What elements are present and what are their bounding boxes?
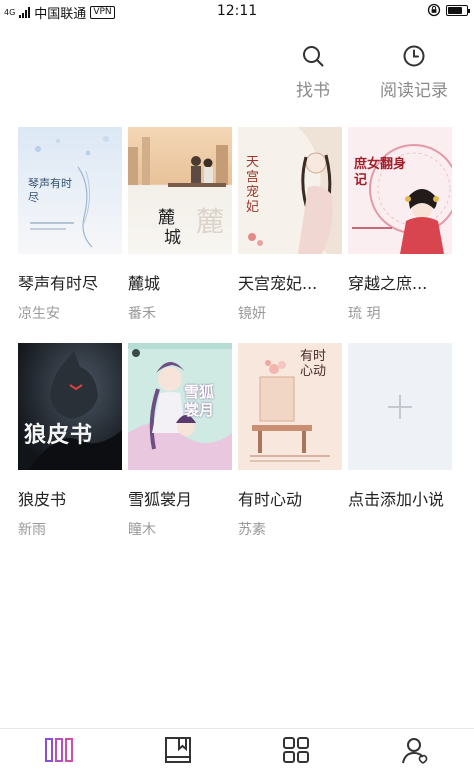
cover-title: 琴声有时尽	[28, 177, 72, 204]
book-title: 雪狐裳月	[128, 490, 193, 509]
book-cover: 狼皮书	[18, 343, 122, 470]
user-icon	[401, 737, 428, 764]
book-cover: 庶女翻身记	[348, 127, 452, 254]
book-item[interactable]: 有时心动 有时心动 苏素	[238, 343, 342, 539]
book-item[interactable]: 庶女翻身记 穿越之庶... 琉 玥	[348, 127, 452, 323]
book-author: 镜妍	[238, 306, 266, 322]
cover-title: 天宫宠妃	[246, 155, 260, 215]
svg-text:麓: 麓	[158, 208, 175, 228]
svg-text:城: 城	[164, 228, 181, 248]
book-item[interactable]: 麓 城 麓 麓城 番禾	[128, 127, 232, 323]
book-author: 番禾	[128, 306, 156, 322]
book-cover: 琴声有时尽	[18, 127, 122, 254]
book-author: 凉生安	[18, 306, 60, 322]
bookshelf-icon	[45, 737, 74, 762]
add-book-label: 点击添加小说	[348, 490, 445, 509]
status-bar: 4G 中国联通 VPN 12:11	[0, 0, 474, 22]
plus-icon	[388, 394, 412, 419]
book-item[interactable]: 琴声有时尽 琴声有时尽 凉生安	[18, 127, 122, 323]
book-author: 琉 玥	[348, 306, 381, 322]
find-books-button[interactable]: 找书	[296, 44, 330, 101]
book-title: 穿越之庶...	[348, 274, 428, 293]
bottom-nav	[0, 728, 474, 770]
book-cover: 雪狐裳月	[128, 343, 232, 470]
svg-text:麓: 麓	[196, 205, 224, 238]
book-cover: 天宫宠妃	[238, 127, 342, 254]
nav-discover[interactable]	[237, 729, 356, 770]
battery-fill	[448, 6, 463, 14]
grid-icon	[283, 736, 310, 763]
book-item[interactable]: 雪狐裳月 雪狐裳月 瞳木	[128, 343, 232, 539]
nav-profile[interactable]	[356, 729, 474, 770]
book-cover: 有时心动	[238, 343, 342, 470]
book-item[interactable]: 天宫宠妃 天宫宠妃... 镜妍	[238, 127, 342, 323]
add-book-cover	[348, 343, 452, 470]
book-title: 琴声有时尽	[18, 274, 99, 293]
status-right	[427, 3, 470, 17]
history-label: 阅读记录	[380, 81, 448, 101]
book-item[interactable]: 狼皮书 狼皮书 新雨	[18, 343, 122, 539]
find-books-label: 找书	[296, 81, 330, 101]
search-icon	[303, 46, 324, 67]
book-cover: 麓 城 麓	[128, 127, 232, 254]
cover-title: 庶女翻身记	[354, 157, 407, 188]
nav-reading[interactable]	[119, 729, 238, 770]
nav-bookshelf[interactable]	[0, 729, 119, 770]
cover-title: 有时心动	[300, 349, 327, 379]
book-title: 狼皮书	[18, 490, 67, 509]
cover-title: 雪狐裳月	[184, 383, 215, 419]
cover-title: 狼皮书	[24, 422, 94, 448]
clock-icon	[403, 45, 425, 67]
book-title: 天宫宠妃...	[238, 274, 318, 293]
book-author: 瞳木	[128, 522, 156, 538]
add-book-button[interactable]: 点击添加小说	[348, 343, 452, 510]
book-author: 苏素	[238, 522, 266, 538]
book-title: 麓城	[128, 274, 161, 293]
battery-icon	[446, 4, 470, 16]
status-time: 12:11	[216, 3, 258, 19]
history-button[interactable]: 阅读记录	[380, 44, 448, 101]
rotation-lock-icon	[427, 3, 441, 17]
book-title: 有时心动	[238, 490, 303, 509]
book-icon	[164, 736, 191, 763]
book-author: 新雨	[18, 522, 46, 538]
